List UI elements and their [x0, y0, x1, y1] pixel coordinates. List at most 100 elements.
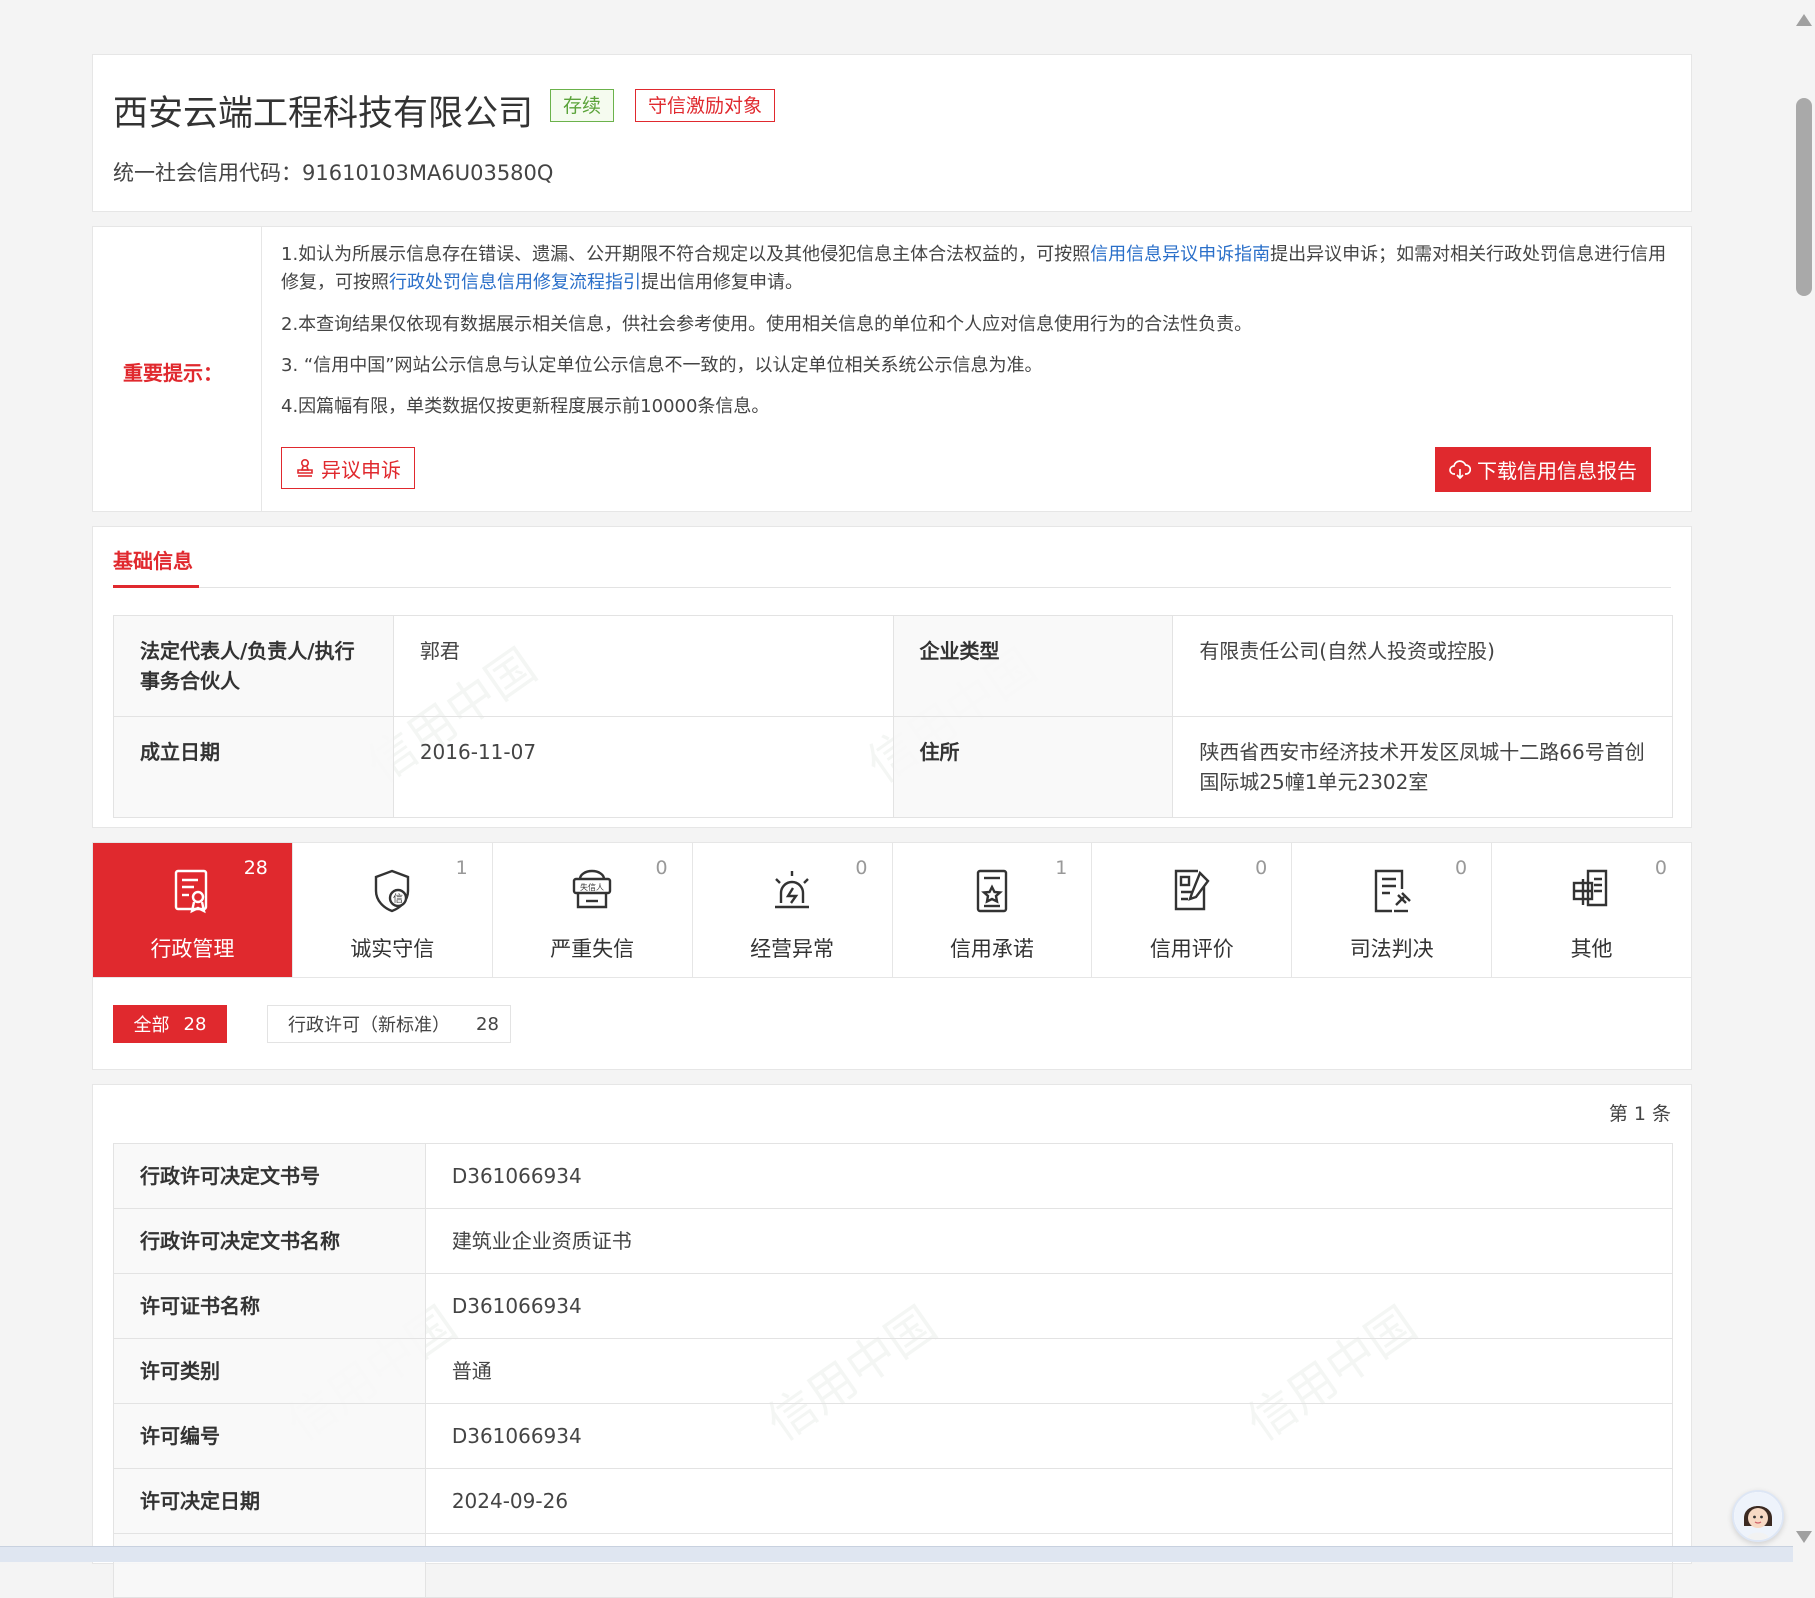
tab-label: 司法判决: [1349, 937, 1434, 961]
decision-date-value: 2024-09-26: [424, 1468, 1674, 1534]
notice-line-1-end: 提出信用修复申请。: [641, 272, 803, 293]
tab-dishonest[interactable]: 0 失信人 严重失信: [493, 843, 693, 977]
alarm-light-icon: [775, 871, 810, 909]
appeal-button[interactable]: 异议申诉: [281, 447, 415, 489]
tab-evaluation[interactable]: 0 信用评价: [1092, 843, 1293, 977]
filter-all-count: 28: [183, 1013, 207, 1035]
honor-badge: 守信激励对象: [635, 89, 776, 122]
address-label: 住所: [892, 716, 1174, 818]
tab-label: 诚实守信: [350, 937, 435, 961]
download-report-button[interactable]: 下载信用信息报告: [1435, 447, 1651, 492]
license-category-value: 普通: [424, 1338, 1674, 1404]
tab-count: 0: [855, 857, 868, 879]
section-divider: [113, 587, 1671, 588]
download-report-label: 下载信用信息报告: [1477, 459, 1637, 483]
credit-code: 统一社会信用代码：91610103MA6U03580Q: [113, 157, 553, 187]
category-tabs: 28 行政管理 1 信 诚实守信 0 失信人 严重失信 0 经营异常 1 信用承…: [93, 843, 1691, 978]
decision-doc-name-value: 建筑业企业资质证书: [424, 1208, 1674, 1274]
taskbar-edge: [0, 1546, 1793, 1562]
important-notice-card: 重要提示： 1.如认为所展示信息存在错误、遗漏、公开期限不符合规定以及其他侵犯信…: [92, 226, 1692, 512]
notice-line-3: 3. “信用中国”网站公示信息与认定单位公示信息不一致的，以认定单位相关系统公示…: [281, 355, 1043, 376]
decision-doc-no-label: 行政许可决定文书号: [113, 1143, 426, 1209]
record-card: 第 1 条 信用中国 信用中国 信用中国 行政许可决定文书号D361066934…: [92, 1084, 1692, 1598]
repair-guide-link[interactable]: 行政处罚信息信用修复流程指引: [389, 272, 641, 293]
credit-code-value: 91610103MA6U03580Q: [302, 161, 554, 185]
table-row: [113, 1533, 1674, 1598]
tab-abnormal[interactable]: 0 经营异常: [693, 843, 893, 977]
assistant-avatar-icon: [1734, 1492, 1782, 1540]
svg-text:失信人: 失信人: [580, 882, 604, 892]
evaluation-edit-icon: [1174, 869, 1210, 911]
stamp-icon: [297, 458, 313, 477]
notice-title: 重要提示：: [123, 361, 223, 385]
notice-line-2: 2.本查询结果仅依现有数据展示相关信息，供社会参考使用。使用相关信息的单位和个人…: [281, 314, 1253, 335]
tab-judgment[interactable]: 0 司法判决: [1292, 843, 1493, 977]
tab-label: 信用评价: [1149, 937, 1234, 961]
filter-license-count: 28: [476, 1013, 499, 1035]
table-row: 许可决定日期 2024-09-26: [113, 1468, 1674, 1534]
tab-honesty[interactable]: 1 信 诚实守信: [293, 843, 493, 977]
decision-doc-name-label: 行政许可决定文书名称: [113, 1208, 426, 1274]
vertical-scrollbar[interactable]: [1793, 0, 1815, 1561]
company-type-label: 企业类型: [892, 615, 1174, 717]
assistant-avatar[interactable]: [1732, 1490, 1784, 1542]
license-category-label: 许可类别: [113, 1338, 426, 1404]
legal-rep-value: 郭君: [392, 615, 894, 717]
notice-line-4: 4.因篇幅有限，单类数据仅按更新程度展示前10000条信息。: [281, 396, 770, 417]
company-name: 西安云端工程科技有限公司: [113, 94, 534, 134]
table-row: 行政许可决定文书号 D361066934: [113, 1143, 1674, 1209]
filter-license-label: 行政许可（新标准）: [288, 1015, 450, 1036]
promise-star-icon: [976, 869, 1008, 913]
license-number-label: 许可编号: [113, 1403, 426, 1469]
notice-line-1-text: 1.如认为所展示信息存在错误、遗漏、公开期限不符合规定以及其他侵犯信息主体合法权…: [281, 244, 1091, 265]
honesty-shield-icon: 信: [375, 869, 410, 913]
scroll-down-arrow-icon[interactable]: [1796, 1531, 1812, 1543]
tab-label: 严重失信: [550, 937, 635, 961]
decision-doc-no-value: D361066934: [424, 1143, 1674, 1209]
credit-category-card: 28 行政管理 1 信 诚实守信 0 失信人 严重失信 0 经营异常 1 信用承…: [92, 842, 1692, 1070]
basic-info-tab-indicator: [113, 585, 199, 588]
next-row-label: [113, 1533, 426, 1598]
appeal-button-label: 异议申诉: [321, 457, 401, 482]
svg-text:信: 信: [393, 893, 403, 905]
tab-label: 其他: [1570, 937, 1613, 961]
tab-label: 行政管理: [150, 937, 235, 961]
tab-promise[interactable]: 1 信用承诺: [893, 843, 1093, 977]
tab-count: 28: [243, 857, 268, 879]
status-badge: 存续: [550, 89, 615, 122]
tab-admin[interactable]: 28 行政管理: [93, 843, 293, 977]
filter-all-button[interactable]: 全部 28: [113, 1005, 227, 1043]
judgment-gavel-icon: [1374, 869, 1411, 913]
founded-date-label: 成立日期: [113, 716, 394, 818]
scroll-up-arrow-icon[interactable]: [1796, 14, 1812, 26]
tab-other[interactable]: 0 其他: [1492, 843, 1691, 977]
filter-license-button[interactable]: 行政许可（新标准） 28: [267, 1005, 511, 1043]
record-detail-table: 行政许可决定文书号 D361066934 行政许可决定文书名称 建筑业企业资质证书 …: [113, 1143, 1674, 1598]
basic-info-table: 法定代表人/负责人/执行事务合伙人 郭君 企业类型 有限责任公司(自然人投资或控…: [113, 615, 1673, 818]
record-counter: 第 1 条: [1608, 1103, 1671, 1125]
basic-info-card: 基础信息 信用中国 信用中国 法定代表人/负责人/执行事务合伙人 郭君 企业类型…: [92, 526, 1692, 828]
other-docs-icon: [1572, 869, 1607, 907]
appeal-guide-link[interactable]: 信用信息异议申诉指南: [1090, 244, 1270, 265]
admin-doc-icon: [175, 869, 208, 914]
founded-date-value: 2016-11-07: [392, 716, 894, 818]
filter-all-label: 全部: [133, 1015, 170, 1036]
company-header-card: 西安云端工程科技有限公司 存续 守信激励对象 统一社会信用代码：91610103…: [92, 54, 1692, 212]
tab-count: 0: [1654, 857, 1667, 879]
next-row-value: [424, 1533, 1674, 1598]
tab-label: 经营异常: [750, 937, 835, 961]
credit-code-label: 统一社会信用代码：: [113, 161, 302, 185]
cloud-download-icon: [1449, 459, 1471, 479]
address-value: 陕西省西安市经济技术开发区凤城十二路66号首创国际城25幢1单元2302室: [1172, 716, 1673, 818]
legal-rep-label: 法定代表人/负责人/执行事务合伙人: [113, 615, 394, 717]
tab-count: 1: [1055, 857, 1068, 879]
tab-count: 0: [1455, 857, 1468, 879]
table-row: 许可类别 普通: [113, 1338, 1674, 1404]
notice-line-1: 1.如认为所展示信息存在错误、遗漏、公开期限不符合规定以及其他侵犯信息主体合法权…: [281, 241, 1667, 297]
decision-date-label: 许可决定日期: [113, 1468, 426, 1534]
table-row: 许可证书名称 D361066934: [113, 1273, 1674, 1339]
license-name-value: D361066934: [424, 1273, 1674, 1339]
basic-info-tab[interactable]: 基础信息: [113, 545, 193, 574]
scrollbar-thumb[interactable]: [1796, 98, 1812, 296]
table-row: 行政许可决定文书名称 建筑业企业资质证书: [113, 1208, 1674, 1274]
